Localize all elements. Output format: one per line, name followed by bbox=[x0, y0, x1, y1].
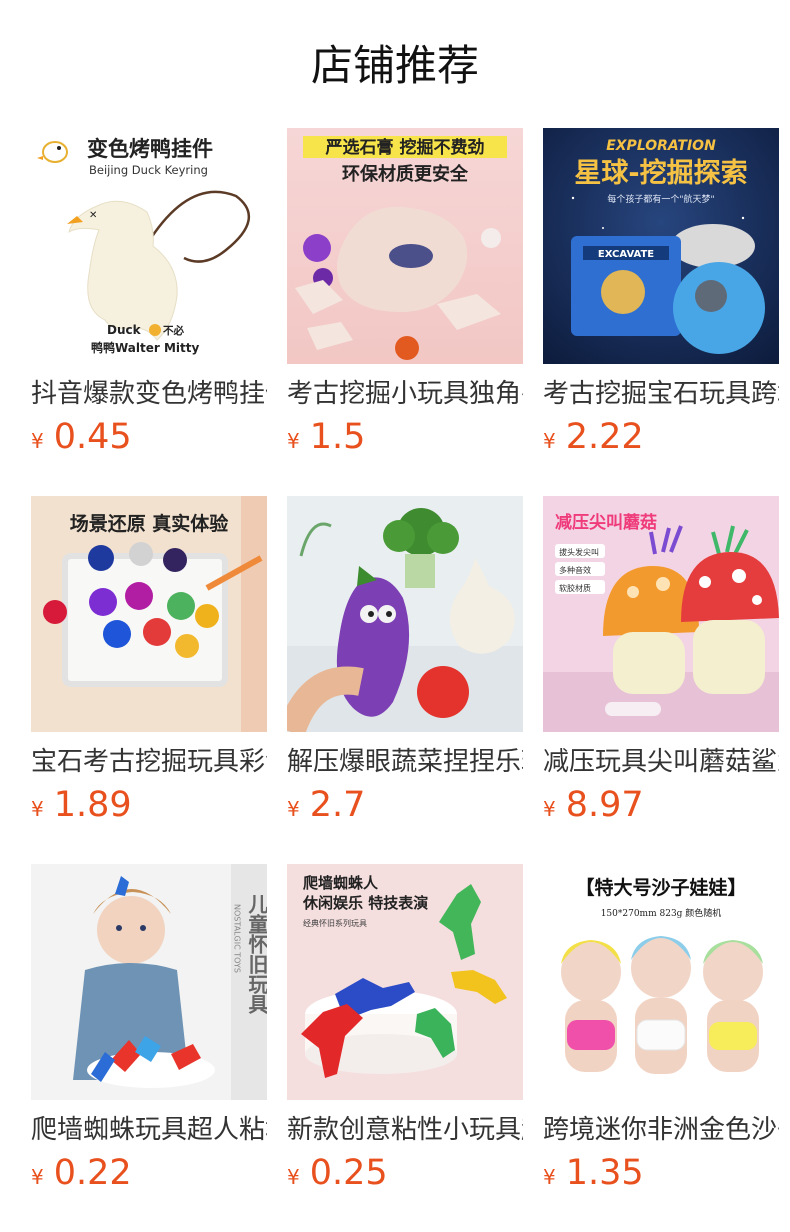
currency-symbol: ¥ bbox=[287, 1165, 300, 1189]
product-price: ¥1.5 bbox=[287, 416, 365, 458]
product-price: ¥8.97 bbox=[543, 784, 644, 826]
product-title[interactable]: 考古挖掘宝石玩具跨境 bbox=[543, 374, 779, 414]
image-headline: 减压尖叫蘑菇 bbox=[555, 512, 657, 533]
product-price: ¥1.35 bbox=[543, 1152, 644, 1194]
price-value: 1.5 bbox=[309, 417, 366, 457]
product-title[interactable]: 抖音爆款变色烤鸭挂件 bbox=[31, 374, 267, 414]
planet-dig-kit-image: EXPLORATION 星球-挖掘探索 每个孩子都有一个"航天梦" EXCAVA… bbox=[543, 128, 779, 364]
product-image[interactable]: 变色烤鸭挂件 Beijing Duck Keyring ✕ Duck 不必 鸭鸭… bbox=[31, 128, 267, 364]
product-title[interactable]: 考古挖掘小玩具独角兽 bbox=[287, 374, 523, 414]
product-title[interactable]: 新款创意粘性小玩具超人 bbox=[287, 1110, 523, 1150]
product-price: ¥2.22 bbox=[543, 416, 644, 458]
price-value: 2.7 bbox=[309, 785, 366, 825]
wall-climbing-toy-image: 儿童怀旧玩具 NOSTALGIC TOYS bbox=[31, 864, 267, 1100]
product-title[interactable]: 爬墙蜘蛛玩具超人粘墙 bbox=[31, 1110, 267, 1150]
image-box-label: EXCAVATE bbox=[598, 249, 654, 260]
image-tag-1: 拔头发尖叫 bbox=[559, 547, 599, 557]
image-line-1: 爬墙蜘蛛人 bbox=[302, 874, 379, 892]
product-price: ¥2.7 bbox=[287, 784, 365, 826]
image-subtitle: 每个孩子都有一个"航天梦" bbox=[607, 193, 714, 205]
product-image[interactable]: 减压尖叫蘑菇 拔头发尖叫 多种音效 软胶材质 bbox=[543, 496, 779, 732]
product-image[interactable]: 严选石膏 挖掘不费劲 环保材质更安全 bbox=[287, 128, 523, 364]
image-line-1: 严选石膏 挖掘不费劲 bbox=[326, 137, 485, 158]
product-title[interactable]: 减压玩具尖叫蘑菇鲨鱼 bbox=[543, 742, 779, 782]
product-title[interactable]: 跨境迷你非洲金色沙子娃娃 bbox=[543, 1110, 779, 1150]
image-tag-3: 软胶材质 bbox=[559, 583, 591, 593]
page-title: 店铺推荐 bbox=[310, 41, 479, 90]
image-subtitle: 150*270mm 823g 颜色随机 bbox=[601, 907, 722, 919]
currency-symbol: ¥ bbox=[31, 1165, 44, 1189]
screaming-mushroom-image: 减压尖叫蘑菇 拔头发尖叫 多种音效 软胶材质 bbox=[543, 496, 779, 732]
currency-symbol: ¥ bbox=[543, 429, 556, 453]
currency-symbol: ¥ bbox=[543, 797, 556, 821]
price-value: 0.25 bbox=[309, 1153, 388, 1193]
image-headline: 变色烤鸭挂件 bbox=[87, 137, 213, 161]
image-headline: 星球-挖掘探索 bbox=[574, 157, 747, 189]
price-value: 0.22 bbox=[53, 1153, 132, 1193]
currency-symbol: ¥ bbox=[287, 429, 300, 453]
product-title[interactable]: 解压爆眼蔬菜捏捏乐玩具 bbox=[287, 742, 523, 782]
image-subtitle: Beijing Duck Keyring bbox=[89, 163, 208, 177]
sand-doll-image: 【特大号沙子娃娃】 150*270mm 823g 颜色随机 bbox=[543, 864, 779, 1100]
price-value: 8.97 bbox=[565, 785, 644, 825]
svg-text:✕: ✕ bbox=[89, 210, 97, 221]
image-brand-1b: 不必 bbox=[163, 324, 184, 337]
duck-keyring-image: 变色烤鸭挂件 Beijing Duck Keyring ✕ Duck 不必 鸭鸭… bbox=[31, 128, 267, 364]
sticky-climber-toy-image: 爬墙蜘蛛人 休闲娱乐 特技表演 经典怀旧系列玩具 bbox=[287, 864, 523, 1100]
image-tag-2: 多种音效 bbox=[559, 565, 591, 575]
currency-symbol: ¥ bbox=[31, 429, 44, 453]
price-value: 0.45 bbox=[53, 417, 132, 457]
price-value: 2.22 bbox=[565, 417, 644, 457]
image-top: EXPLORATION bbox=[606, 138, 716, 154]
image-brand-1: Duck bbox=[107, 323, 142, 337]
image-headline: 场景还原 真实体验 bbox=[70, 512, 230, 535]
price-value: 1.89 bbox=[53, 785, 132, 825]
product-image[interactable] bbox=[287, 496, 523, 732]
product-price: ¥0.22 bbox=[31, 1152, 132, 1194]
price-value: 1.35 bbox=[565, 1153, 644, 1193]
image-vertical-en: NOSTALGIC TOYS bbox=[233, 904, 242, 973]
currency-symbol: ¥ bbox=[543, 1165, 556, 1189]
gem-dig-kit-image: 场景还原 真实体验 bbox=[31, 496, 267, 732]
product-image[interactable]: 场景还原 真实体验 bbox=[31, 496, 267, 732]
currency-symbol: ¥ bbox=[287, 797, 300, 821]
image-vertical-text: 儿童怀旧玩具 bbox=[245, 894, 267, 1015]
vegetable-squeeze-toys-image bbox=[287, 496, 523, 732]
image-brand-2: 鸭鸭Walter Mitty bbox=[91, 340, 200, 355]
product-title[interactable]: 宝石考古挖掘玩具彩色 bbox=[31, 742, 267, 782]
image-line-3: 经典怀旧系列玩具 bbox=[303, 918, 367, 928]
image-line-2: 休闲娱乐 特技表演 bbox=[302, 894, 428, 912]
product-price: ¥0.45 bbox=[31, 416, 132, 458]
product-image[interactable]: 爬墙蜘蛛人 休闲娱乐 特技表演 经典怀旧系列玩具 bbox=[287, 864, 523, 1100]
image-line-2: 环保材质更安全 bbox=[342, 163, 469, 185]
product-price: ¥0.25 bbox=[287, 1152, 388, 1194]
product-price: ¥1.89 bbox=[31, 784, 132, 826]
product-image[interactable]: 【特大号沙子娃娃】 150*270mm 823g 颜色随机 bbox=[543, 864, 779, 1100]
image-headline: 【特大号沙子娃娃】 bbox=[575, 876, 746, 899]
product-image[interactable]: EXPLORATION 星球-挖掘探索 每个孩子都有一个"航天梦" EXCAVA… bbox=[543, 128, 779, 364]
product-grid: 变色烤鸭挂件 Beijing Duck Keyring ✕ Duck 不必 鸭鸭… bbox=[31, 128, 780, 1208]
unicorn-dig-kit-image: 严选石膏 挖掘不费劲 环保材质更安全 bbox=[287, 128, 523, 364]
product-image[interactable]: 儿童怀旧玩具 NOSTALGIC TOYS bbox=[31, 864, 267, 1100]
currency-symbol: ¥ bbox=[31, 797, 44, 821]
